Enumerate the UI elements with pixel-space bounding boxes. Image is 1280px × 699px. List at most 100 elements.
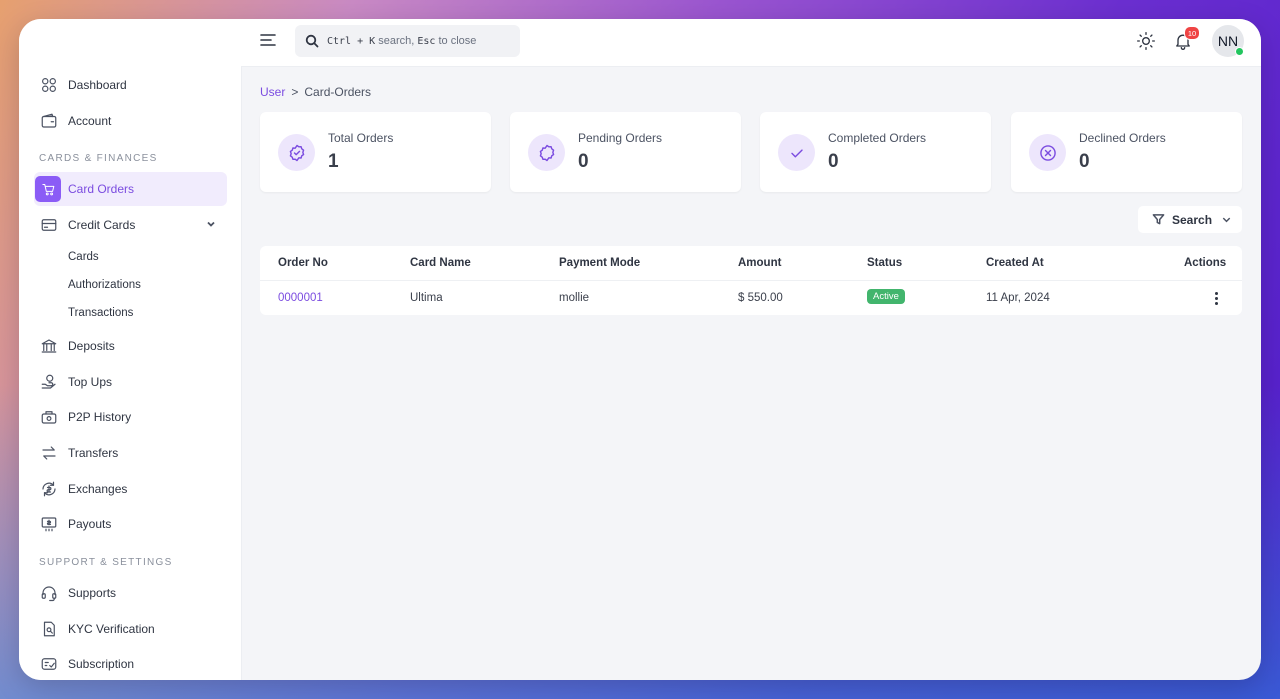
search-hint: Ctrl + K search, Esc to close xyxy=(327,35,476,47)
column-header-card-name: Card Name xyxy=(410,257,471,269)
avatar-initials: NN xyxy=(1217,33,1239,49)
column-header-actions: Actions xyxy=(1184,257,1227,269)
stat-value: 0 xyxy=(828,151,839,172)
sidebar-item-dashboard[interactable]: Dashboard xyxy=(34,68,227,102)
sidebar-item-subscription[interactable]: Subscription xyxy=(34,647,227,680)
sidebar: Dashboard Account CARDS & FINANCES Card … xyxy=(19,19,242,680)
sidebar-item-exchanges[interactable]: Exchanges xyxy=(34,472,227,506)
badge-icon xyxy=(528,134,565,171)
sidebar-item-label: Transfers xyxy=(68,446,119,460)
sidebar-item-label: Top Ups xyxy=(68,375,113,389)
sidebar-item-label: KYC Verification xyxy=(68,622,155,636)
exchange-icon xyxy=(39,479,59,499)
order-no-link[interactable]: 0000001 xyxy=(278,291,323,305)
sidebar-item-credit-cards[interactable]: Credit Cards xyxy=(34,208,227,242)
stat-card-total-orders: Total Orders 1 xyxy=(260,112,491,192)
section-label-cards-finances: CARDS & FINANCES xyxy=(39,153,158,164)
sidebar-item-p2p-history[interactable]: P2P History xyxy=(34,400,227,434)
breadcrumb-separator: > xyxy=(291,85,299,99)
arrows-swap-icon xyxy=(39,443,59,463)
check-icon xyxy=(778,134,815,171)
coin-hand-icon xyxy=(39,372,59,392)
dashboard-icon xyxy=(39,75,59,95)
sidebar-item-top-ups[interactable]: Top Ups xyxy=(34,365,227,399)
filter-label: Search xyxy=(1172,212,1213,227)
notification-badge: 10 xyxy=(1184,26,1200,40)
stat-card-declined-orders: Declined Orders 0 xyxy=(1011,112,1242,192)
sidebar-item-account[interactable]: Account xyxy=(34,104,227,138)
chevron-down-icon[interactable] xyxy=(205,218,217,230)
amount-cell: $ 550.00 xyxy=(738,292,783,304)
sidebar-item-label: Supports xyxy=(68,586,117,600)
sidebar-item-label: Credit Cards xyxy=(68,218,136,232)
sidebar-item-payouts[interactable]: Payouts xyxy=(34,507,227,541)
shortcut-open: Ctrl + K xyxy=(327,36,376,47)
x-circle-icon xyxy=(1029,134,1066,171)
sidebar-item-kyc-verification[interactable]: KYC Verification xyxy=(34,612,227,646)
stat-label: Declined Orders xyxy=(1079,131,1166,145)
sidebar-item-label: Dashboard xyxy=(68,78,127,92)
wallet-icon xyxy=(39,111,59,131)
filter-icon xyxy=(1152,213,1165,226)
stat-value: 1 xyxy=(328,151,339,172)
sidebar-subitem-transactions[interactable]: Transactions xyxy=(68,307,133,319)
badge-check-icon xyxy=(278,134,315,171)
online-status-dot xyxy=(1235,47,1244,56)
notification-bell-icon[interactable]: 10 xyxy=(1173,26,1200,51)
status-badge: Active xyxy=(867,289,905,304)
column-header-created-at: Created At xyxy=(986,257,1044,269)
headset-icon xyxy=(39,583,59,603)
menu-icon[interactable] xyxy=(259,31,277,49)
sidebar-subitem-authorizations[interactable]: Authorizations xyxy=(68,279,141,291)
avatar[interactable]: NN xyxy=(1212,25,1244,57)
column-header-amount: Amount xyxy=(738,257,782,269)
more-actions-icon[interactable] xyxy=(1210,289,1222,307)
stat-value: 0 xyxy=(578,151,589,172)
document-search-icon xyxy=(39,619,59,639)
stat-card-pending-orders: Pending Orders 0 xyxy=(510,112,741,192)
p2p-icon xyxy=(39,407,59,427)
cart-icon xyxy=(35,176,61,202)
stat-label: Pending Orders xyxy=(578,131,663,145)
column-header-payment-mode: Payment Mode xyxy=(559,257,641,269)
section-label-support-settings: SUPPORT & SETTINGS xyxy=(39,557,173,568)
created-at-cell: 11 Apr, 2024 xyxy=(986,292,1050,304)
stat-label: Completed Orders xyxy=(828,131,927,145)
search-icon xyxy=(305,34,319,48)
sidebar-subitem-cards[interactable]: Cards xyxy=(68,251,99,263)
sidebar-item-deposits[interactable]: Deposits xyxy=(34,329,227,363)
column-header-order-no: Order No xyxy=(278,257,328,269)
top-bar: Ctrl + K search, Esc to close 10 NN xyxy=(241,19,1261,67)
search-hint-text: search, xyxy=(378,35,415,47)
filter-search-button[interactable]: Search xyxy=(1138,206,1242,233)
credit-card-icon xyxy=(39,215,59,235)
sidebar-item-label: Account xyxy=(68,114,112,128)
table-header-divider xyxy=(260,280,1242,281)
theme-toggle-sun-icon[interactable] xyxy=(1136,31,1156,51)
sidebar-item-supports[interactable]: Supports xyxy=(34,576,227,610)
subscription-icon xyxy=(39,654,59,674)
bank-icon xyxy=(39,336,59,356)
sidebar-item-transfers[interactable]: Transfers xyxy=(34,436,227,470)
sidebar-item-label: Card Orders xyxy=(68,182,135,196)
sidebar-item-label: Exchanges xyxy=(68,482,128,496)
column-header-status: Status xyxy=(867,257,903,269)
sidebar-item-label: P2P History xyxy=(68,410,132,424)
search-hint-end: to close xyxy=(438,35,477,47)
sidebar-item-label: Deposits xyxy=(68,339,115,353)
breadcrumb-user-link[interactable]: User xyxy=(260,85,285,99)
payout-icon xyxy=(39,514,59,534)
stat-value: 0 xyxy=(1079,151,1090,172)
search-input[interactable]: Ctrl + K search, Esc to close xyxy=(295,25,520,57)
stat-label: Total Orders xyxy=(328,131,394,145)
sidebar-item-label: Subscription xyxy=(68,657,135,671)
payment-mode-cell: mollie xyxy=(559,292,590,304)
breadcrumb-current: Card-Orders xyxy=(304,85,372,99)
shortcut-close: Esc xyxy=(417,36,436,47)
chevron-down-icon xyxy=(1221,214,1232,225)
app-window: Dashboard Account CARDS & FINANCES Card … xyxy=(19,19,1261,680)
card-name-cell: Ultima xyxy=(410,292,443,304)
stat-card-completed-orders: Completed Orders 0 xyxy=(760,112,991,192)
sidebar-item-card-orders[interactable]: Card Orders xyxy=(34,172,227,206)
orders-table: Order No Card Name Payment Mode Amount S… xyxy=(260,246,1242,315)
